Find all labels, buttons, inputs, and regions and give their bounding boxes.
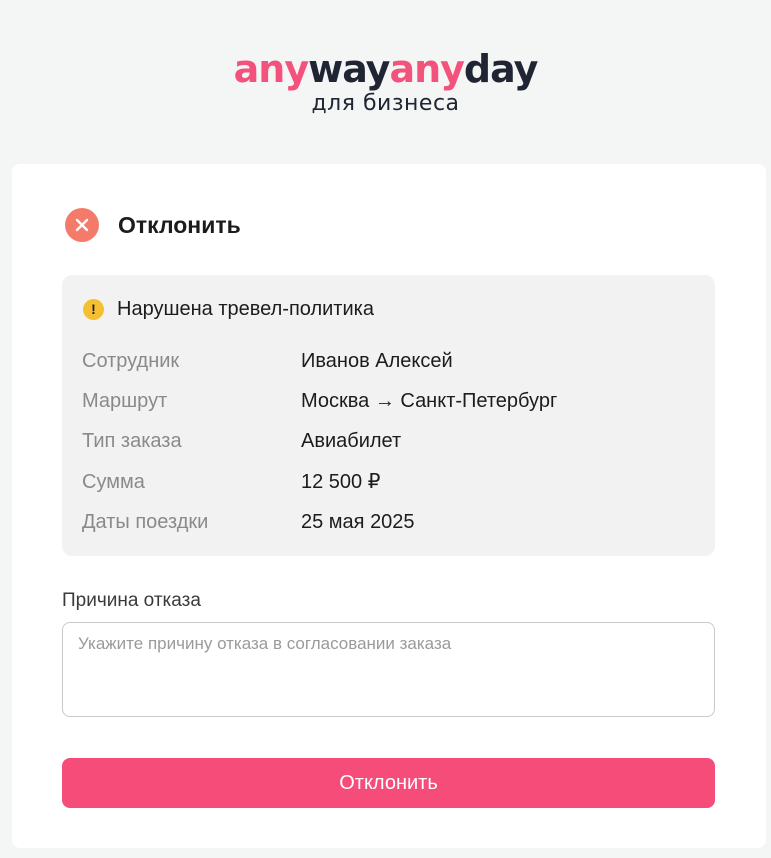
reason-input[interactable]	[62, 622, 715, 717]
detail-value: Москва → Санкт-Петербург	[301, 390, 558, 412]
detail-label: Тип заказа	[82, 430, 182, 452]
order-info-panel: ! Нарушена тревел-политика Сотрудник Ива…	[62, 275, 715, 556]
exclamation-icon: !	[83, 299, 104, 320]
detail-row-route: Маршрут Москва → Санкт-Петербург	[82, 386, 702, 416]
dialog-title: Отклонить	[118, 211, 241, 238]
detail-value: 12 500 ₽	[301, 471, 381, 493]
logo-part-any: any	[233, 47, 309, 91]
dialog-header: Отклонить	[65, 208, 241, 242]
logo-part-any-2: any	[389, 47, 464, 91]
reject-button[interactable]: Отклонить	[62, 758, 715, 808]
policy-warning: ! Нарушена тревел-политика	[83, 298, 374, 321]
close-circle-icon	[65, 208, 99, 242]
detail-label: Даты поездки	[82, 511, 209, 533]
logo-part-way: way	[308, 47, 390, 91]
detail-label: Сотрудник	[82, 350, 180, 372]
detail-value: Иванов Алексей	[301, 350, 453, 372]
detail-label: Маршрут	[82, 390, 168, 412]
detail-row-amount: Сумма 12 500 ₽	[82, 467, 702, 497]
detail-row-order-type: Тип заказа Авиабилет	[82, 426, 702, 456]
detail-row-trip-dates: Даты поездки 25 мая 2025	[82, 507, 702, 537]
logo-part-day: day	[463, 47, 538, 91]
detail-value: Авиабилет	[301, 430, 402, 452]
brand-subtitle: для бизнеса	[311, 91, 460, 116]
reject-dialog: Отклонить ! Нарушена тревел-политика Сот…	[12, 164, 766, 848]
policy-warning-text: Нарушена тревел-политика	[117, 298, 374, 320]
brand-logo: anywayanyday	[0, 47, 771, 91]
header: anywayanyday для бизнеса	[0, 0, 771, 140]
detail-label: Сумма	[82, 471, 145, 493]
detail-value: 25 мая 2025	[301, 511, 415, 533]
reason-label: Причина отказа	[62, 590, 201, 611]
detail-row-employee: Сотрудник Иванов Алексей	[82, 346, 702, 376]
